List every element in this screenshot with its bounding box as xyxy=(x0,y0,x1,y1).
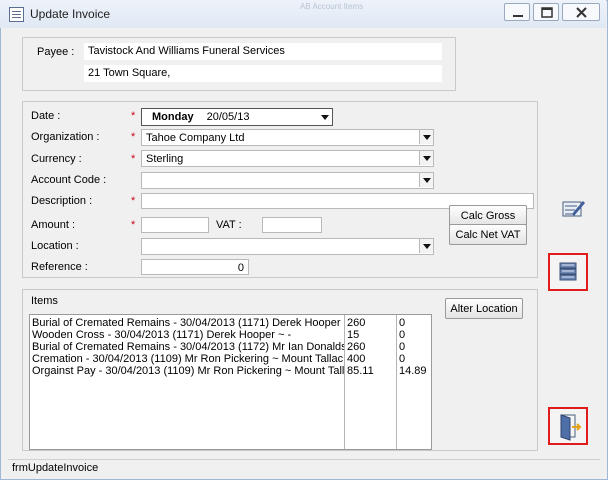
exit-door-icon xyxy=(560,414,582,441)
organization-dropdown-arrow-icon[interactable] xyxy=(419,130,433,144)
payee-name-field[interactable]: Tavistock And Williams Funeral Services xyxy=(84,43,442,60)
items-list[interactable]: Burial of Cremated Remains - 30/04/2013 … xyxy=(29,314,432,450)
amount-field[interactable] xyxy=(141,217,209,233)
description-required-mark: * xyxy=(131,195,136,207)
date-picker[interactable]: Monday 20/05/13 xyxy=(141,108,333,126)
item-vat[interactable]: 0 xyxy=(399,329,405,341)
item-description[interactable]: Wooden Cross - 30/04/2013 (1171) Derek H… xyxy=(32,329,344,341)
save-stack-icon xyxy=(559,262,577,281)
date-day: Monday xyxy=(152,111,194,123)
window-title: Update Invoice xyxy=(30,7,111,21)
item-vat[interactable]: 0 xyxy=(399,317,405,329)
alter-location-button[interactable]: Alter Location xyxy=(445,298,523,319)
close-icon xyxy=(576,7,587,18)
payee-address-field[interactable]: 21 Town Square, xyxy=(84,65,442,82)
reference-label: Reference : xyxy=(31,261,88,273)
item-amount[interactable]: 260 xyxy=(347,341,365,353)
currency-select[interactable]: Sterling xyxy=(141,150,434,167)
currency-label: Currency : xyxy=(31,153,82,165)
account-code-dropdown-arrow-icon[interactable] xyxy=(419,173,433,187)
currency-required-mark: * xyxy=(131,153,136,165)
item-amount[interactable]: 400 xyxy=(347,353,365,365)
location-dropdown-arrow-icon[interactable] xyxy=(419,239,433,253)
amount-required-mark: * xyxy=(131,219,136,231)
date-dropdown-arrow-icon[interactable] xyxy=(318,110,332,124)
currency-dropdown-arrow-icon[interactable] xyxy=(419,151,433,165)
item-amount[interactable]: 85.11 xyxy=(347,365,374,377)
background-window-text: AB Account Items xyxy=(300,2,364,11)
edit-invoice-icon xyxy=(562,201,585,217)
vat-field[interactable] xyxy=(262,217,322,233)
edit-invoice-button[interactable] xyxy=(555,192,591,226)
payee-label: Payee : xyxy=(37,46,75,58)
organization-required-mark: * xyxy=(131,131,136,143)
organization-label: Organization : xyxy=(31,131,100,143)
form-icon xyxy=(9,7,24,22)
amount-label: Amount : xyxy=(31,219,76,231)
organization-select[interactable]: Tahoe Company Ltd xyxy=(141,129,434,146)
item-amount[interactable]: 15 xyxy=(347,329,359,341)
location-select[interactable] xyxy=(141,238,434,255)
item-vat[interactable]: 14.89 xyxy=(399,365,427,377)
account-code-label: Account Code : xyxy=(31,174,107,186)
description-label: Description : xyxy=(31,195,93,207)
item-description[interactable]: Burial of Cremated Remains - 30/04/2013 … xyxy=(32,317,344,329)
item-description[interactable]: Burial of Cremated Remains - 30/04/2013 … xyxy=(32,341,344,353)
item-amount[interactable]: 260 xyxy=(347,317,365,329)
location-label: Location : xyxy=(31,240,79,252)
exit-button[interactable] xyxy=(548,407,588,445)
date-required-mark: * xyxy=(131,110,136,122)
status-bar: frmUpdateInvoice xyxy=(8,459,600,477)
item-vat[interactable]: 0 xyxy=(399,353,405,365)
column-separator xyxy=(344,315,345,449)
reference-field[interactable]: 0 xyxy=(141,259,249,275)
maximize-button[interactable] xyxy=(533,3,559,21)
minimize-button[interactable] xyxy=(504,3,530,21)
date-value: 20/05/13 xyxy=(206,111,250,123)
account-code-select[interactable] xyxy=(141,172,434,189)
items-label: Items xyxy=(31,295,58,307)
calc-net-vat-button[interactable]: Calc Net VAT xyxy=(449,224,527,245)
vat-label: VAT : xyxy=(216,219,242,231)
item-description[interactable]: Orgainst Pay - 30/04/2013 (1109) Mr Ron … xyxy=(32,365,344,377)
calc-gross-vat-button[interactable]: Calc Gross VAT xyxy=(449,205,527,242)
item-vat[interactable]: 0 xyxy=(399,341,405,353)
item-description[interactable]: Cremation - 30/04/2013 (1109) Mr Ron Pic… xyxy=(32,353,344,365)
minimize-icon xyxy=(513,15,523,17)
column-separator xyxy=(396,315,397,449)
close-button[interactable] xyxy=(562,3,600,21)
date-label: Date : xyxy=(31,110,61,122)
status-bar-form-name: frmUpdateInvoice xyxy=(12,462,99,474)
maximize-icon xyxy=(541,7,553,18)
save-button[interactable] xyxy=(548,253,588,291)
